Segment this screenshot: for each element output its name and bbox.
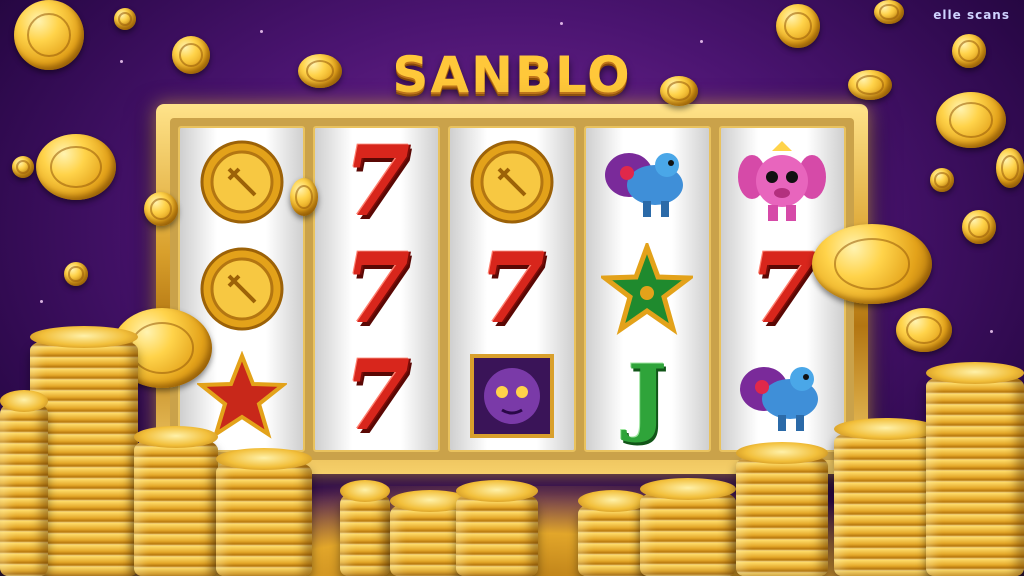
coin — [64, 262, 88, 286]
coin — [952, 34, 986, 68]
gold-coin-icon — [470, 140, 554, 224]
symbol-cell — [192, 239, 292, 339]
coin-stack — [216, 448, 312, 576]
purple-creature-icon — [470, 354, 554, 439]
seven-symbol: 7 — [478, 231, 546, 345]
reel-window: 7 7 7 7 J 7 — [170, 118, 854, 460]
seven-symbol: 7 — [343, 339, 411, 453]
coin-stack — [578, 490, 648, 576]
coin — [776, 4, 820, 48]
reel-3: 7 — [448, 126, 576, 452]
symbol-cell: 7 — [327, 132, 427, 232]
watermark: elle scans — [933, 8, 1010, 22]
coin-stack — [834, 418, 938, 576]
jack-symbol: J — [627, 346, 668, 446]
coin-stack — [736, 442, 828, 576]
coin — [290, 178, 318, 216]
reel-4: J — [583, 126, 711, 452]
coin — [962, 210, 996, 244]
pink-creature-icon — [738, 140, 827, 221]
coin-stack — [340, 480, 390, 576]
coin — [114, 8, 136, 30]
symbol-cell — [597, 132, 697, 232]
coin-stack — [134, 426, 218, 576]
coin — [144, 192, 178, 226]
symbol-cell — [732, 346, 832, 446]
symbol-cell — [192, 132, 292, 232]
coin — [14, 0, 84, 70]
coin-stack — [926, 362, 1024, 576]
symbol-cell: J — [597, 346, 697, 446]
symbol-cell — [597, 239, 697, 339]
coin — [172, 36, 210, 74]
coin — [660, 76, 698, 106]
slot-machine-frame: 7 7 7 7 J 7 — [156, 104, 868, 474]
symbol-cell — [462, 132, 562, 232]
coin-stack — [640, 478, 736, 576]
symbol-cell: 7 — [327, 346, 427, 446]
peacock-creature-icon — [605, 152, 684, 217]
coin-stack — [456, 480, 538, 576]
coin — [36, 134, 116, 200]
symbol-cell — [732, 132, 832, 232]
peacock-creature-icon — [740, 367, 819, 432]
red-star-icon — [196, 351, 287, 439]
gold-coin-icon — [200, 247, 284, 331]
seven-symbol: 7 — [749, 231, 816, 345]
coin — [298, 54, 342, 88]
green-star-icon — [601, 242, 694, 335]
coin — [896, 308, 952, 352]
symbol-cell: 7 — [327, 239, 427, 339]
gold-coin-icon — [200, 140, 284, 224]
coin — [996, 148, 1024, 188]
reel-1 — [178, 126, 306, 452]
symbol-cell: 7 — [462, 239, 562, 339]
symbol-cell — [462, 346, 562, 446]
reel-2: 7 7 7 — [313, 126, 441, 452]
coin — [930, 168, 954, 192]
coin — [848, 70, 892, 100]
coin — [936, 92, 1006, 148]
seven-symbol: 7 — [343, 124, 411, 238]
seven-symbol: 7 — [343, 231, 411, 345]
coin — [12, 156, 34, 178]
coin — [874, 0, 904, 24]
coin-stack — [0, 390, 48, 576]
coin — [812, 224, 932, 304]
